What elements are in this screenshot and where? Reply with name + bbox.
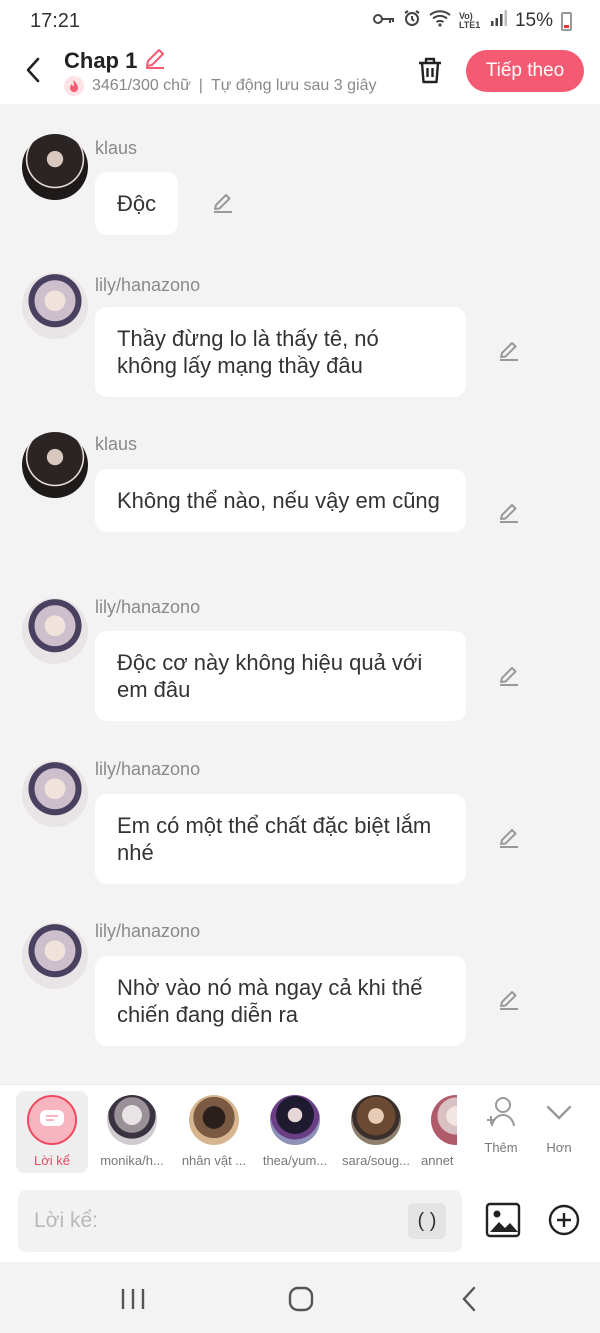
image-icon bbox=[485, 1202, 521, 1238]
edit-icon[interactable] bbox=[210, 190, 236, 216]
more-button[interactable]: Hơn bbox=[534, 1095, 584, 1155]
narration-input-box: ( ) bbox=[18, 1190, 462, 1252]
speaker-name: lily/hanazono bbox=[95, 275, 201, 295]
character-item[interactable]: annet bbox=[417, 1091, 457, 1168]
chapter-title-text: Chap 1 bbox=[64, 48, 138, 73]
signal-icon bbox=[490, 10, 507, 32]
autosave-text: Tự động lưu sau 3 giây bbox=[210, 77, 377, 94]
back-button[interactable] bbox=[18, 52, 48, 88]
narration-input[interactable] bbox=[34, 1209, 394, 1233]
character-avatar bbox=[270, 1095, 320, 1145]
word-count: 3461/300 chữ bbox=[92, 77, 191, 94]
narrator-selector[interactable]: Lời kể bbox=[16, 1091, 88, 1173]
avatar-lily[interactable] bbox=[22, 761, 88, 827]
narrator-avatar bbox=[27, 1095, 77, 1145]
character-label: nhân vật ... bbox=[181, 1153, 247, 1168]
avatar-lily[interactable] bbox=[22, 923, 88, 989]
speaker-name: klaus bbox=[95, 138, 138, 158]
back-icon bbox=[462, 1286, 476, 1312]
character-item[interactable]: monika/h... bbox=[92, 1091, 172, 1168]
character-avatar bbox=[431, 1095, 457, 1145]
lte-indicator: Vo) LTE1 bbox=[458, 11, 481, 30]
character-label: thea/yum... bbox=[262, 1153, 328, 1168]
alarm-icon bbox=[403, 9, 421, 33]
character-avatar bbox=[189, 1095, 239, 1145]
fire-icon bbox=[64, 76, 84, 96]
character-item[interactable]: nhân vật ... bbox=[174, 1091, 254, 1168]
home-button[interactable] bbox=[281, 1284, 321, 1314]
avatar-klaus[interactable] bbox=[22, 432, 88, 498]
more-label: Hơn bbox=[546, 1140, 572, 1155]
character-bar: Lời kể monika/h... nhân vật ... thea/yum… bbox=[0, 1084, 600, 1180]
character-label: monika/h... bbox=[100, 1153, 164, 1168]
edit-icon[interactable] bbox=[496, 338, 522, 364]
plus-circle-icon bbox=[548, 1204, 580, 1236]
next-button[interactable]: Tiếp theo bbox=[466, 50, 584, 92]
status-bar: 17:21 Vo) LTE1 15% bbox=[0, 0, 600, 42]
trash-icon bbox=[419, 57, 441, 84]
add-button[interactable] bbox=[548, 1204, 580, 1236]
wifi-icon bbox=[429, 9, 451, 33]
message-bubble[interactable]: Em có một thể chất đặc biệt lắm nhé bbox=[95, 794, 466, 884]
character-label: sara/soug... bbox=[342, 1153, 410, 1168]
narrator-label: Lời kể bbox=[34, 1153, 70, 1168]
chevron-left-icon bbox=[26, 57, 40, 83]
character-item[interactable]: thea/yum... bbox=[255, 1091, 335, 1168]
edit-icon[interactable] bbox=[496, 663, 522, 689]
message-bubble[interactable]: Nhờ vào nó mà ngay cả khi thế chiến đang… bbox=[95, 956, 466, 1046]
speaker-name: lily/hanazono bbox=[95, 921, 201, 941]
avatar-lily[interactable] bbox=[22, 598, 88, 664]
message-bubble[interactable]: Độc cơ này không hiệu quả với em đâu bbox=[95, 631, 466, 721]
edit-icon[interactable] bbox=[496, 500, 522, 526]
speaker-name: lily/hanazono bbox=[95, 759, 201, 779]
character-avatar bbox=[107, 1095, 157, 1145]
speaker-name: lily/hanazono bbox=[95, 597, 201, 617]
add-character-label: Thêm bbox=[484, 1140, 518, 1155]
status-icons: Vo) LTE1 15% bbox=[372, 9, 572, 33]
chevron-down-icon bbox=[546, 1105, 572, 1120]
speech-bubble-icon bbox=[40, 1110, 64, 1126]
parentheses-button[interactable]: ( ) bbox=[408, 1203, 446, 1239]
message-bubble[interactable]: Độc bbox=[95, 172, 179, 235]
recent-apps-button[interactable] bbox=[113, 1284, 153, 1314]
recent-apps-icon bbox=[121, 1289, 145, 1309]
delete-button[interactable] bbox=[414, 54, 446, 88]
battery-icon bbox=[561, 11, 572, 31]
message-bubble[interactable]: Không thể nào, nếu vậy em cũng bbox=[95, 469, 466, 532]
image-button[interactable] bbox=[485, 1202, 521, 1238]
chapter-title[interactable]: Chap 1 bbox=[64, 46, 167, 76]
status-time: 17:21 bbox=[30, 9, 81, 32]
battery-text: 15% bbox=[514, 10, 553, 31]
message-bubble[interactable]: Thầy đừng lo là thấy tê, nó không lấy mạ… bbox=[95, 307, 466, 397]
meta-separator: | bbox=[198, 77, 203, 94]
character-avatar bbox=[351, 1095, 401, 1145]
add-character-button[interactable]: Thêm bbox=[476, 1095, 526, 1155]
avatar-lily[interactable] bbox=[22, 273, 88, 339]
message-list[interactable]: klaus Độc lily/hanazono Thầy đừng lo là … bbox=[0, 104, 600, 1084]
chapter-meta: 3461/300 chữ | Tự động lưu sau 3 giây bbox=[64, 76, 390, 96]
home-icon bbox=[288, 1286, 314, 1312]
character-label: annet bbox=[421, 1153, 454, 1168]
pencil-icon[interactable] bbox=[143, 46, 167, 76]
add-user-icon bbox=[487, 1097, 515, 1127]
editor-header: Chap 1 3461/300 chữ | Tự động lưu sau 3 … bbox=[0, 42, 600, 104]
composer: ( ) bbox=[0, 1180, 600, 1262]
edit-icon[interactable] bbox=[496, 987, 522, 1013]
edit-icon[interactable] bbox=[496, 825, 522, 851]
system-back-button[interactable] bbox=[449, 1284, 489, 1314]
system-nav-bar bbox=[0, 1262, 600, 1333]
key-icon bbox=[372, 10, 395, 32]
character-item[interactable]: sara/soug... bbox=[336, 1091, 416, 1168]
speaker-name: klaus bbox=[95, 434, 138, 454]
avatar-klaus[interactable] bbox=[22, 134, 88, 200]
